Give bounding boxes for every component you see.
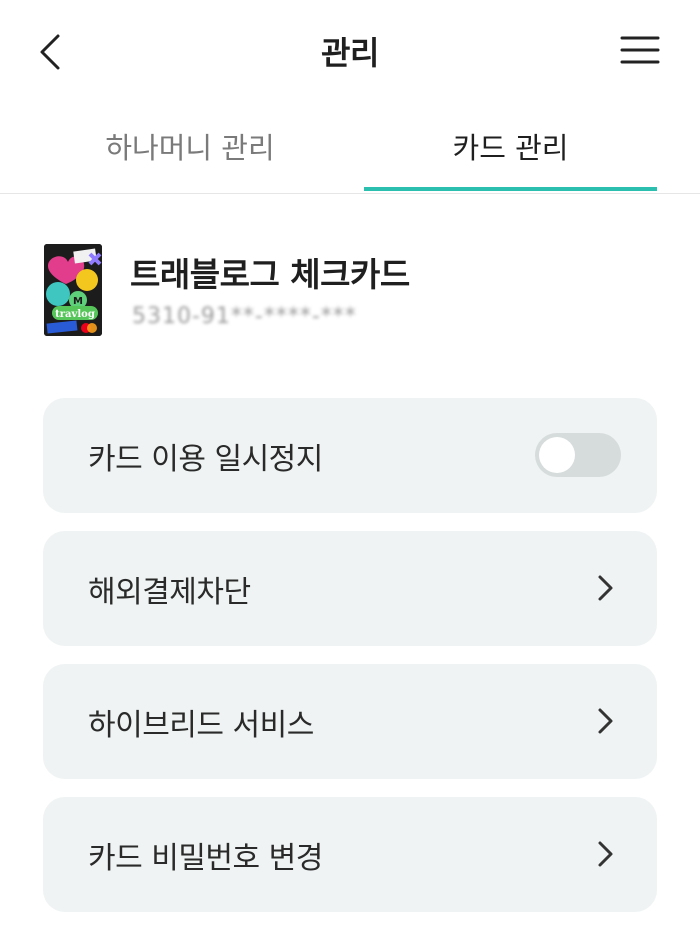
svg-text:M: M	[73, 296, 83, 307]
tab-hanamoney-management[interactable]: 하나머니 관리	[30, 100, 350, 192]
pause-card-usage-item: 카드 이용 일시정지	[43, 398, 657, 513]
tab-card-management[interactable]: 카드 관리	[364, 100, 657, 192]
menu-item-label: 카드 비밀번호 변경	[88, 840, 323, 876]
top-bar: 관리	[0, 0, 700, 100]
svg-text:travlog: travlog	[55, 309, 95, 320]
card-management-screen: 관리 하나머니 관리 카드 관리 M travlog 트래블로그 체크카드 53…	[0, 0, 700, 944]
card-name: 트래블로그 체크카드	[130, 255, 410, 294]
page-title: 관리	[321, 34, 379, 72]
menu-button[interactable]	[616, 30, 664, 74]
toggle-knob	[539, 437, 575, 473]
card-summary: M travlog 트래블로그 체크카드 5310-91**-****-***	[44, 244, 664, 338]
hybrid-service-item[interactable]: 하이브리드 서비스	[43, 664, 657, 779]
menu-item-label: 해외결제차단	[88, 574, 251, 610]
overseas-payment-block-item[interactable]: 해외결제차단	[43, 531, 657, 646]
chevron-right-icon	[598, 575, 613, 601]
menu-item-label: 카드 이용 일시정지	[88, 441, 323, 477]
hamburger-menu-icon	[620, 36, 660, 64]
chevron-right-icon	[598, 841, 613, 867]
chevron-right-icon	[598, 708, 613, 734]
tab-bar: 하나머니 관리 카드 관리	[0, 100, 700, 194]
change-card-password-item[interactable]: 카드 비밀번호 변경	[43, 797, 657, 912]
pause-card-toggle[interactable]	[535, 433, 621, 477]
active-tab-indicator	[364, 187, 657, 191]
travlog-card-image: M travlog	[44, 244, 102, 336]
card-number: 5310-91**-****-***	[132, 304, 357, 329]
menu-item-label: 하이브리드 서비스	[88, 707, 314, 743]
